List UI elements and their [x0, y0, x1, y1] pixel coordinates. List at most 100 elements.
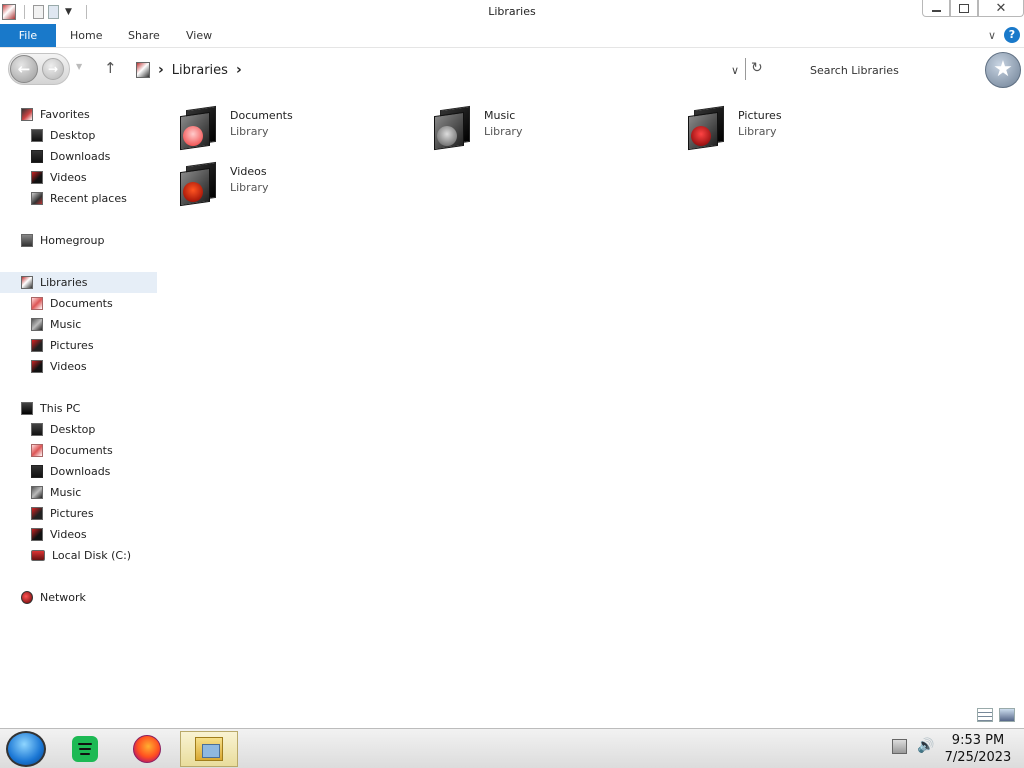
nav-pc-desktop[interactable]: Desktop — [31, 419, 95, 440]
search-box[interactable] — [780, 56, 980, 84]
nav-label: Pictures — [50, 507, 94, 520]
breadcrumb-libraries[interactable]: Libraries — [172, 63, 228, 78]
library-tile-pictures[interactable]: Pictures Library — [686, 105, 926, 154]
network-tray-icon[interactable] — [892, 739, 907, 754]
hard-disk-icon — [31, 550, 45, 561]
nav-libraries-music[interactable]: Music — [31, 314, 81, 335]
videos-icon — [31, 171, 43, 184]
back-button[interactable]: ← — [10, 55, 38, 83]
nav-label: Videos — [50, 360, 87, 373]
address-divider — [745, 58, 746, 80]
large-icons-view-icon[interactable] — [999, 708, 1015, 722]
videos-library-icon — [178, 161, 222, 207]
tab-file[interactable]: File — [0, 24, 56, 47]
nav-label: Pictures — [50, 339, 94, 352]
tab-home[interactable]: Home — [70, 24, 102, 47]
taskbar-spotify[interactable] — [56, 731, 114, 767]
maximize-button[interactable] — [950, 0, 978, 17]
recent-locations-icon[interactable]: ▼ — [76, 62, 82, 71]
nav-favorites-downloads[interactable]: Downloads — [31, 146, 110, 167]
start-button[interactable] — [6, 731, 46, 767]
volume-icon[interactable]: 🔊 — [917, 739, 934, 754]
nav-label: Documents — [50, 297, 113, 310]
homegroup-icon — [21, 234, 33, 247]
search-input[interactable] — [780, 56, 980, 84]
minimize-button[interactable] — [922, 0, 950, 17]
videos-icon — [31, 528, 43, 541]
desktop-icon — [31, 129, 43, 142]
nav-label: Videos — [50, 171, 87, 184]
ribbon-tabs: File Home Share View ∨ ? — [0, 24, 1024, 48]
window-controls: ✕ — [922, 0, 1024, 17]
close-button[interactable]: ✕ — [978, 0, 1024, 17]
ribbon-controls: ∨ ? — [988, 27, 1020, 43]
forward-button[interactable]: → — [42, 58, 64, 80]
nav-libraries-documents[interactable]: Documents — [31, 293, 113, 314]
refresh-icon[interactable]: ↻ — [751, 60, 763, 76]
nav-libraries-pictures[interactable]: Pictures — [31, 335, 94, 356]
help-icon[interactable]: ? — [1004, 27, 1020, 43]
nav-pc-videos[interactable]: Videos — [31, 524, 87, 545]
documents-icon — [31, 444, 43, 457]
nav-label: Downloads — [50, 150, 111, 163]
nav-favorites-videos[interactable]: Videos — [31, 167, 87, 188]
nav-pc-local-disk[interactable]: Local Disk (C:) — [31, 545, 131, 566]
library-type: Library — [230, 181, 269, 194]
desktop-icon — [31, 423, 43, 436]
pictures-library-icon — [686, 105, 730, 151]
library-name: Documents — [230, 109, 293, 122]
nav-this-pc[interactable]: This PC — [21, 398, 80, 419]
documents-library-icon — [178, 105, 222, 151]
breadcrumb-chevron-icon[interactable]: › — [158, 62, 164, 78]
details-view-icon[interactable] — [977, 708, 993, 722]
library-text: Documents Library — [230, 106, 293, 140]
pictures-icon — [31, 339, 43, 352]
address-dropdown-icon[interactable]: ∨ — [731, 64, 739, 77]
clock[interactable]: 9:53 PM 7/25/2023 — [940, 732, 1016, 766]
nav-label: Desktop — [50, 129, 96, 142]
tab-view[interactable]: View — [186, 24, 212, 47]
breadcrumb-chevron-icon[interactable]: › — [236, 62, 242, 78]
recent-places-icon — [31, 192, 43, 205]
nav-pc-documents[interactable]: Documents — [31, 440, 113, 461]
nav-label: Homegroup — [40, 234, 105, 247]
navigation-pane: Favorites Desktop Downloads Videos Recen… — [0, 100, 160, 700]
library-name: Videos — [230, 165, 267, 178]
nav-favorites-recent-places[interactable]: Recent places — [31, 188, 127, 209]
library-tile-music[interactable]: Music Library — [432, 105, 672, 154]
nav-label: Music — [50, 486, 82, 499]
window-title: Libraries — [488, 5, 536, 18]
nav-libraries[interactable]: Libraries — [0, 272, 157, 293]
nav-label: This PC — [40, 402, 81, 415]
nav-homegroup[interactable]: Homegroup — [21, 230, 104, 251]
nav-pc-downloads[interactable]: Downloads — [31, 461, 110, 482]
library-tile-documents[interactable]: Documents Library — [178, 105, 418, 154]
network-icon — [21, 591, 33, 604]
nav-favorites[interactable]: Favorites — [21, 104, 90, 125]
nav-pc-pictures[interactable]: Pictures — [31, 503, 94, 524]
nav-label: Recent places — [50, 192, 127, 205]
library-tile-videos[interactable]: Videos Library — [178, 161, 418, 210]
taskbar-firefox[interactable] — [118, 731, 176, 767]
taskbar-file-explorer[interactable] — [180, 731, 238, 767]
nav-label: Documents — [50, 444, 113, 457]
nav-network[interactable]: Network — [21, 587, 86, 608]
libraries-icon — [21, 276, 33, 289]
nav-libraries-videos[interactable]: Videos — [31, 356, 87, 377]
library-type: Library — [484, 125, 523, 138]
clock-date: 7/25/2023 — [944, 750, 1012, 765]
library-type: Library — [230, 125, 269, 138]
system-tray: 🔊 — [892, 739, 934, 754]
pictures-icon — [31, 507, 43, 520]
nav-pc-music[interactable]: Music — [31, 482, 81, 503]
nav-favorites-desktop[interactable]: Desktop — [31, 125, 95, 146]
downloads-icon — [31, 150, 43, 163]
tab-share[interactable]: Share — [128, 24, 160, 47]
address-bar[interactable]: › Libraries › — [130, 56, 750, 84]
content-pane: Documents Library Music Library Pictures… — [160, 100, 1024, 700]
star-icon[interactable]: ★ — [985, 52, 1021, 88]
expand-ribbon-icon[interactable]: ∨ — [988, 29, 996, 42]
library-text: Music Library — [484, 106, 522, 140]
up-button[interactable]: ↑ — [104, 59, 117, 77]
favorites-icon — [21, 108, 33, 121]
